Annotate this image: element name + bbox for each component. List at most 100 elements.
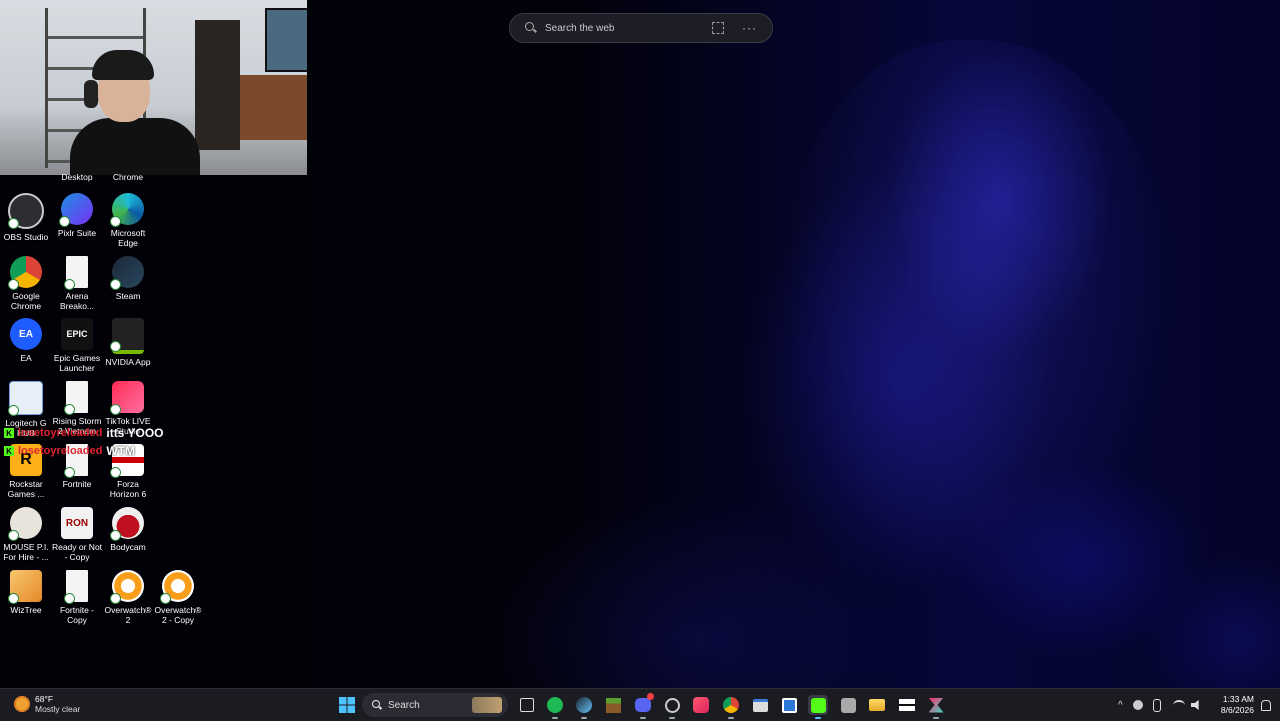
notifications-button[interactable] (1256, 695, 1276, 715)
web-search-bar[interactable]: Search the web ··· (509, 13, 773, 43)
taskbar-app[interactable] (750, 695, 770, 715)
taskbar-steam[interactable] (574, 695, 594, 719)
kick-app-icon (810, 697, 826, 713)
icon-label: Pixlr Suite (57, 228, 97, 238)
system-tray: ^ (1118, 689, 1209, 721)
desktop-icon-google-chrome[interactable]: Google Chrome (1, 256, 51, 311)
onedrive-icon[interactable] (1132, 700, 1143, 710)
spotify-icon (547, 697, 563, 713)
steam-icon (110, 256, 144, 290)
microphone-icon[interactable] (1152, 698, 1161, 712)
steam-icon (576, 697, 592, 713)
taskbar-app[interactable] (779, 695, 799, 715)
desktop-icon-overwatch-2[interactable]: Overwatch® 2 (103, 570, 153, 625)
icon-label: MOUSE P.I. For Hire - ... (3, 542, 49, 562)
icon-label: Overwatch® 2 - Copy (154, 605, 202, 625)
icon-label: Bodycam (110, 542, 146, 552)
ea-icon: EA (10, 318, 42, 350)
pixlr-icon (59, 193, 93, 227)
icon-label: Overwatch® 2 (104, 605, 152, 625)
taskbar-kick[interactable] (808, 695, 828, 719)
desktop-icon-ready-or-not[interactable]: RON Ready or Not - Copy (52, 507, 102, 562)
obs-icon (664, 697, 680, 713)
volume-icon[interactable] (1190, 700, 1199, 710)
taskbar-capcut[interactable] (926, 695, 946, 719)
desktop-icon-ea[interactable]: EA EA (1, 318, 51, 363)
taskbar-file-explorer[interactable] (867, 695, 887, 715)
desktop-icon-microsoft-edge[interactable]: Microsoft Edge (103, 193, 153, 248)
desktop-icon-wiztree[interactable]: WizTree (1, 570, 51, 615)
itunes-icon (693, 697, 709, 713)
search-icon (372, 700, 382, 710)
desktop-icon-pixlr-suite[interactable]: Pixlr Suite (52, 193, 102, 238)
taskbar-itunes[interactable] (691, 695, 711, 715)
weather-temperature: 68°F (35, 694, 54, 704)
chrome-icon (723, 697, 739, 713)
app-icon (840, 697, 856, 713)
forza-icon (899, 699, 915, 711)
icon-label: Arena Breako... (59, 291, 95, 311)
chat-username: losetoyreloaded (18, 445, 103, 457)
desktop-icon-obs-studio[interactable]: OBS Studio (1, 193, 51, 242)
chrome-icon-label[interactable]: Chrome (102, 172, 154, 182)
taskbar-obs[interactable] (662, 695, 682, 719)
taskbar-app[interactable] (838, 695, 858, 715)
weather-condition: Mostly clear (35, 704, 81, 714)
clock-time: 1:33 AM (1222, 694, 1254, 704)
search-icon (525, 22, 537, 34)
wifi-icon[interactable] (1172, 699, 1185, 711)
desktop-icon-bodycam[interactable]: Bodycam (103, 507, 153, 552)
epic-games-icon: EPIC (61, 318, 93, 350)
overwatch-icon (160, 570, 194, 604)
chat-message: K losetoyreloaded itts YOOO (4, 424, 163, 442)
app-icon (752, 698, 768, 712)
icon-label: Ready or Not - Copy (51, 542, 103, 562)
icon-label: OBS Studio (3, 232, 49, 242)
wiztree-icon (8, 570, 42, 604)
desktop-icon-label[interactable]: Desktop (51, 172, 103, 182)
overwatch-icon (110, 570, 144, 604)
taskbar-forza[interactable] (897, 695, 917, 715)
icon-label: WizTree (10, 605, 42, 615)
webcam-overlay (0, 0, 307, 175)
desktop-icon-arena-breakout[interactable]: Arena Breako... (52, 256, 102, 311)
file-icon (64, 381, 88, 415)
taskbar-minecraft[interactable] (603, 695, 623, 715)
taskbar-chrome[interactable] (721, 695, 741, 719)
app-icon (781, 697, 797, 713)
weather-widget[interactable]: 68°F Mostly clear (14, 694, 80, 714)
taskbar-discord[interactable] (633, 693, 654, 719)
bell-icon (1261, 699, 1271, 711)
icon-label: Google Chrome (10, 291, 42, 311)
icon-label: EA (20, 353, 32, 363)
file-icon (64, 256, 88, 290)
desktop-icon-steam[interactable]: Steam (103, 256, 153, 301)
taskbar-spotify[interactable] (545, 695, 565, 719)
icon-label: Fortnite - Copy (59, 605, 94, 625)
web-search-placeholder[interactable]: Search the web (545, 23, 712, 34)
file-explorer-icon (869, 699, 885, 711)
chat-username: losetoyreloaded (18, 427, 103, 439)
show-hidden-icons-chevron-icon[interactable]: ^ (1118, 700, 1123, 711)
icon-label: Steam (115, 291, 141, 301)
desktop-icon-epic-games[interactable]: EPIC Epic Games Launcher (52, 318, 102, 373)
visual-search-icon[interactable] (712, 22, 724, 34)
more-options-icon[interactable]: ··· (742, 21, 757, 35)
desktop-icon-mouse-pi[interactable]: MOUSE P.I. For Hire - ... (1, 507, 51, 562)
nvidia-icon (110, 318, 144, 354)
task-view-icon (520, 698, 534, 712)
clock-date: 8/6/2026 (1220, 705, 1254, 715)
chat-text: WTM (106, 444, 136, 458)
kick-badge-icon: K (4, 428, 14, 438)
desktop-icon-fortnite-copy[interactable]: Fortnite - Copy (52, 570, 102, 625)
weather-icon (14, 696, 30, 712)
discord-icon (635, 698, 651, 712)
start-button[interactable] (337, 695, 357, 715)
desktop-icon-nvidia-app[interactable]: NVIDIA App (103, 318, 153, 367)
task-view-button[interactable] (517, 695, 537, 715)
icon-label: Epic Games Launcher (53, 353, 101, 373)
clock[interactable]: 1:33 AM 8/6/2026 (1214, 694, 1254, 716)
obs-icon (8, 193, 44, 229)
taskbar-search[interactable]: Search (362, 693, 508, 717)
desktop-icon-overwatch-2-copy[interactable]: Overwatch® 2 - Copy (153, 570, 203, 625)
